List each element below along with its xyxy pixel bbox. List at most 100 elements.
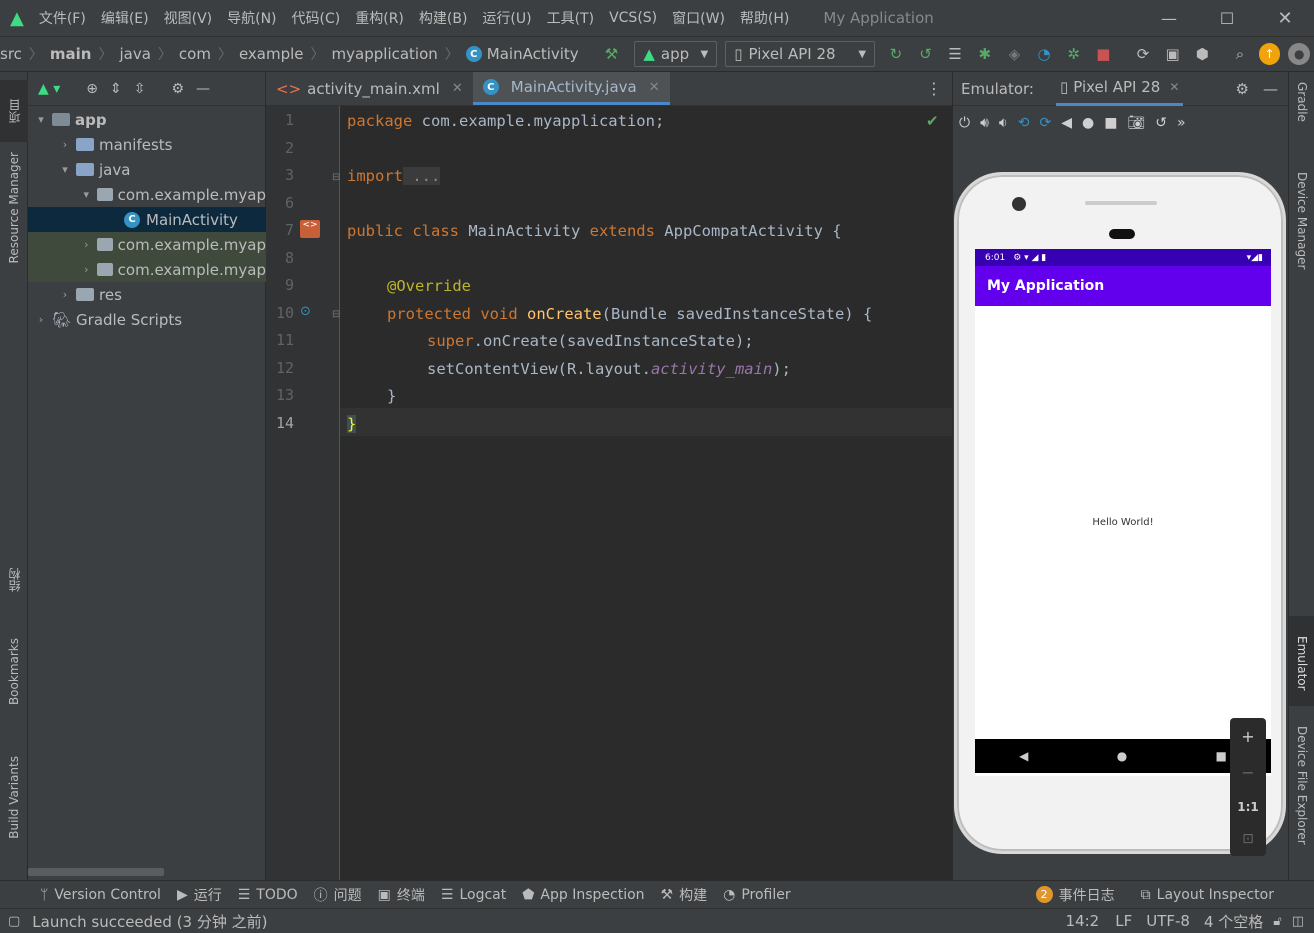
volume-up-icon[interactable]: 🔊︎ xyxy=(980,115,989,131)
menu-view[interactable]: 视图(V) xyxy=(164,8,213,28)
hide-icon[interactable]: — xyxy=(1263,80,1278,98)
menu-code[interactable]: 代码(C) xyxy=(292,8,341,28)
attach-debugger-icon[interactable]: ✲ xyxy=(1063,43,1085,65)
code-line-11[interactable]: super.onCreate(savedInstanceState); xyxy=(427,332,754,350)
layout-file-icon[interactable]: <> xyxy=(300,220,320,238)
code-line-10[interactable]: protected void onCreate(Bundle savedInst… xyxy=(387,305,872,323)
menu-edit[interactable]: 编辑(E) xyxy=(101,8,149,28)
list-icon[interactable]: ☰ xyxy=(944,43,966,65)
override-icon[interactable]: ⊙ xyxy=(300,304,311,319)
profile-icon[interactable]: ◔ xyxy=(1033,43,1055,65)
coverage-icon[interactable]: ◈ xyxy=(1004,43,1026,65)
nav-overview-icon[interactable]: ■ xyxy=(1216,749,1227,763)
tool-terminal[interactable]: ▣ 终端 xyxy=(378,885,425,905)
zoom-in-button[interactable]: + xyxy=(1241,727,1254,746)
zoom-out-button[interactable]: − xyxy=(1241,763,1254,782)
chevron-right-icon[interactable]: › xyxy=(34,313,48,326)
tab-mainactivity-java[interactable]: C MainActivity.java ✕ xyxy=(472,72,670,105)
gear-icon[interactable]: ⚙ xyxy=(171,81,184,97)
home-icon[interactable]: ● xyxy=(1082,115,1094,131)
locate-icon[interactable]: ⊕ xyxy=(86,81,98,97)
code-line-1[interactable]: package com.example.myapplication; xyxy=(347,112,664,130)
chevron-right-icon[interactable]: › xyxy=(58,288,72,301)
code-line-12[interactable]: setContentView(R.layout.activity_main); xyxy=(427,360,791,378)
breadcrumb-mainactivity[interactable]: MainActivity xyxy=(487,45,579,63)
status-toggle-icon[interactable]: ▢ xyxy=(8,914,20,929)
rerun-icon[interactable]: ↻ xyxy=(885,43,907,65)
expand-all-icon[interactable]: ⇕ xyxy=(110,81,122,97)
tool-event-log[interactable]: 2 事件日志 xyxy=(1035,885,1115,905)
close-icon[interactable]: ✕ xyxy=(1256,8,1314,29)
tool-logcat[interactable]: ☰ Logcat xyxy=(441,887,506,903)
tab-project[interactable]: 项目 xyxy=(0,80,28,142)
memory-icon[interactable]: ◫ xyxy=(1292,914,1304,929)
tree-item-java[interactable]: ▾ java xyxy=(28,157,266,182)
more-options-icon[interactable]: ⋮ xyxy=(916,72,952,105)
line-separator[interactable]: LF xyxy=(1115,912,1132,930)
tab-activity-main-xml[interactable]: <> activity_main.xml ✕ xyxy=(266,72,473,105)
tab-structure[interactable]: 结构 xyxy=(0,568,28,592)
tool-app-inspection[interactable]: ⬟ App Inspection xyxy=(522,887,644,903)
update-icon[interactable]: ↑ xyxy=(1258,43,1281,65)
code-line-9[interactable]: @Override xyxy=(387,277,471,295)
breadcrumb-com[interactable]: com xyxy=(179,45,211,63)
breadcrumb-example[interactable]: example xyxy=(239,45,304,63)
camera-icon[interactable]: 📷︎ xyxy=(1127,115,1145,131)
tool-profiler[interactable]: ◔ Profiler xyxy=(723,887,791,903)
tool-build[interactable]: ⚒ 构建 xyxy=(661,885,708,905)
tab-build-variants[interactable]: Build Variants xyxy=(0,756,28,839)
overview-icon[interactable]: ■ xyxy=(1104,115,1117,131)
tree-item-package-test[interactable]: › com.example.myap xyxy=(28,257,266,282)
rotate-right-icon[interactable]: ⟳ xyxy=(1039,115,1051,131)
chevron-down-icon[interactable]: ▾ xyxy=(34,113,48,126)
breadcrumb-main[interactable]: main xyxy=(50,45,92,63)
tool-todo[interactable]: ☰ TODO xyxy=(238,887,298,903)
check-icon[interactable]: ✔ xyxy=(926,112,939,130)
file-encoding[interactable]: UTF-8 xyxy=(1146,912,1190,930)
code-line-7[interactable]: public class MainActivity extends AppCom… xyxy=(347,222,842,240)
menu-run[interactable]: 运行(U) xyxy=(482,8,531,28)
close-tab-icon[interactable]: ✕ xyxy=(1169,80,1179,94)
device-select[interactable]: ▯ Pixel API 28 ▼ xyxy=(725,41,876,67)
nav-home-icon[interactable]: ● xyxy=(1117,749,1127,763)
tab-emulator[interactable]: Emulator xyxy=(1289,616,1314,706)
back-icon[interactable]: ◀ xyxy=(1061,115,1072,131)
nav-back-icon[interactable]: ◀ xyxy=(1019,749,1028,763)
tree-item-res[interactable]: › res xyxy=(28,282,266,307)
chevron-right-icon[interactable]: › xyxy=(80,238,93,251)
hide-icon[interactable]: — xyxy=(196,81,210,97)
emulator-device-tab[interactable]: ▯ Pixel API 28 ✕ xyxy=(1055,72,1184,106)
fold-icon[interactable]: ⊟ xyxy=(332,172,340,183)
zoom-fit-button[interactable]: ⊡ xyxy=(1242,831,1254,847)
tree-item-package[interactable]: ▾ com.example.myap xyxy=(28,182,267,207)
gear-icon[interactable]: ⚙ xyxy=(1236,80,1249,98)
chevron-down-icon[interactable]: ▾ xyxy=(80,188,93,201)
breadcrumb-java[interactable]: java xyxy=(119,45,150,63)
tool-layout-inspector[interactable]: ⧉ Layout Inspector xyxy=(1141,887,1274,903)
status-message[interactable]: Launch succeeded (3 分钟 之前) xyxy=(32,911,267,932)
tab-resource-manager[interactable]: Resource Manager xyxy=(0,152,28,263)
tool-run[interactable]: ▶ 运行 xyxy=(177,885,222,905)
code-line-13[interactable]: } xyxy=(387,387,396,405)
phone-screen[interactable]: 6:01 ⚙ ▾ ◢ ▮ ▾◢▮ My Application Hello Wo… xyxy=(975,249,1271,776)
hammer-icon[interactable]: ⚒ xyxy=(601,43,623,65)
tree-item-gradle-scripts[interactable]: › 🐘︎ Gradle Scripts xyxy=(28,307,266,332)
close-tab-icon[interactable]: ✕ xyxy=(452,81,463,96)
lock-icon[interactable]: 🔓︎ xyxy=(1273,914,1281,929)
tree-item-manifests[interactable]: › manifests xyxy=(28,132,266,157)
debug-icon[interactable]: ✱ xyxy=(974,43,996,65)
power-icon[interactable]: ⏻ xyxy=(959,115,970,131)
zoom-actual-size-button[interactable]: 1:1 xyxy=(1237,800,1259,814)
menu-navigate[interactable]: 导航(N) xyxy=(227,8,276,28)
sdk-manager-icon[interactable]: ⬢ xyxy=(1191,43,1213,65)
tab-bookmarks[interactable]: Bookmarks xyxy=(0,638,28,705)
menu-vcs[interactable]: VCS(S) xyxy=(609,10,657,26)
search-icon[interactable]: ⌕ xyxy=(1229,43,1251,65)
breadcrumb-myapplication[interactable]: myapplication xyxy=(332,45,438,63)
device-manager-icon[interactable]: ▣ xyxy=(1162,43,1184,65)
tool-version-control[interactable]: ᛘ Version Control xyxy=(40,887,161,903)
caret-position[interactable]: 14:2 xyxy=(1066,912,1100,930)
android-view-icon[interactable]: ▲ ▾ xyxy=(38,81,60,97)
tree-item-app[interactable]: ▾ app xyxy=(28,107,266,132)
tab-device-manager[interactable]: Device Manager xyxy=(1289,172,1314,269)
